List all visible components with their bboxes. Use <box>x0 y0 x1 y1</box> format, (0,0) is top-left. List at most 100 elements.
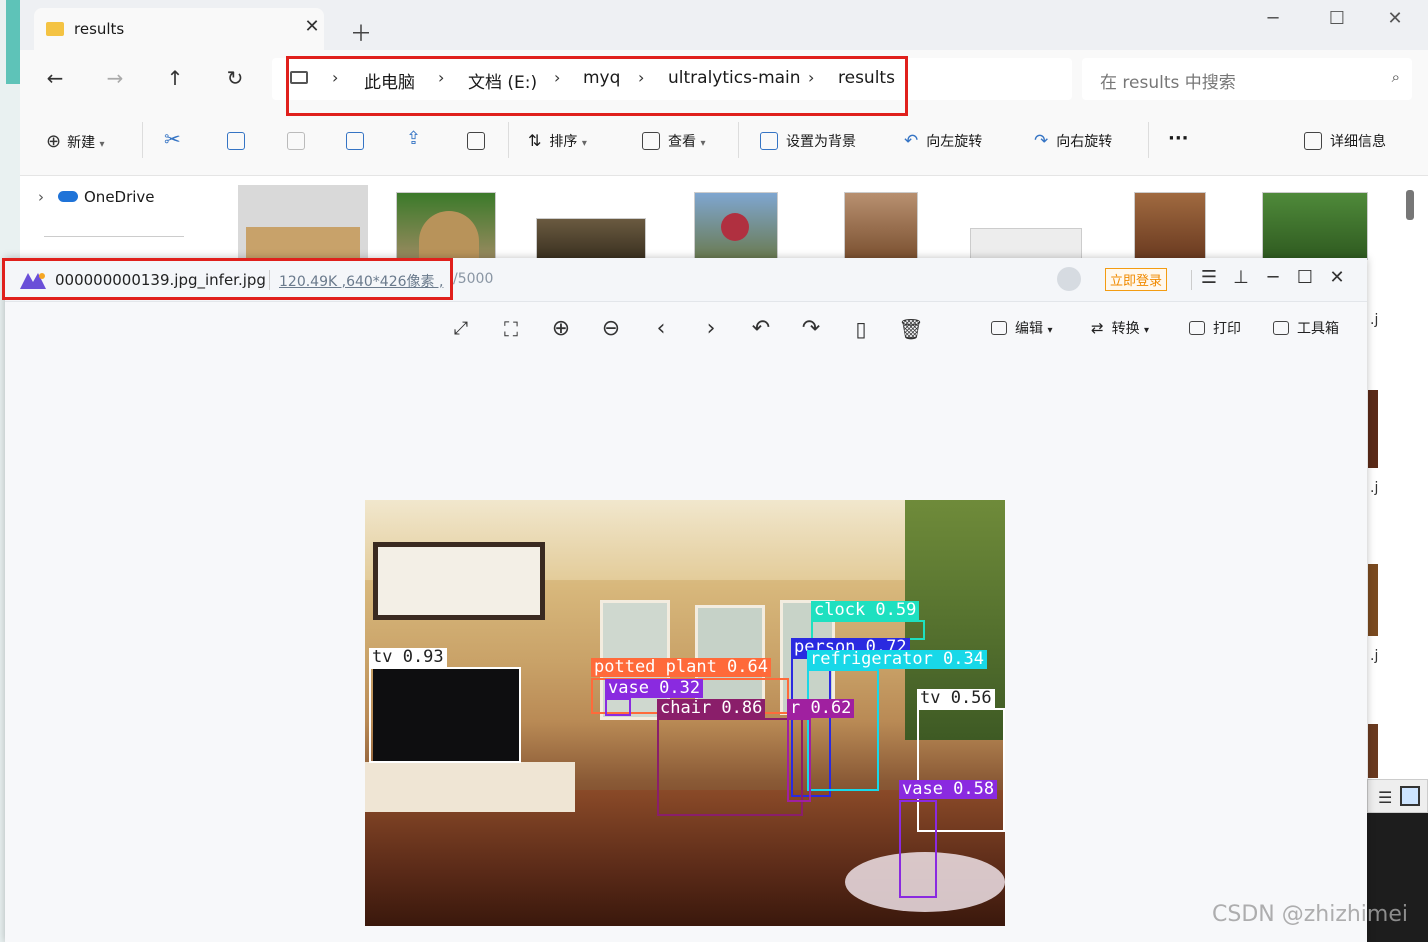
edit-button[interactable]: 编辑 ▾ <box>991 318 1052 338</box>
cut-icon[interactable]: ✂ <box>164 127 181 151</box>
fullscreen-icon[interactable]: ⤢ <box>448 316 474 342</box>
thumbnail-edge <box>1368 724 1378 778</box>
delete-icon[interactable] <box>467 132 485 150</box>
search-box[interactable]: 在 results 中搜索 ⌕ <box>1082 58 1412 100</box>
search-placeholder: 在 results 中搜索 <box>1100 73 1236 93</box>
thumbnail-edge <box>1368 390 1378 468</box>
page-counter: /5000 <box>453 271 494 287</box>
chevron-down-icon: ▾ <box>581 138 587 149</box>
chevron-down-icon: ▾ <box>700 138 706 149</box>
list-view-icon[interactable]: ☰ <box>1378 788 1392 807</box>
close-window-icon[interactable]: ✕ <box>1380 8 1410 29</box>
maximize-icon[interactable]: ☐ <box>1322 8 1352 29</box>
view-button[interactable]: 查看 ▾ <box>642 131 705 151</box>
login-button[interactable]: 立即登录 <box>1105 268 1168 291</box>
toolbox-icon <box>1273 321 1289 335</box>
maximize-icon[interactable]: ☐ <box>1293 267 1317 288</box>
rename-icon[interactable] <box>346 132 364 150</box>
forward-icon[interactable]: → <box>100 66 130 90</box>
new-button[interactable]: ⊕ 新建 ▾ <box>46 131 105 152</box>
plus-circle-icon: ⊕ <box>46 131 62 152</box>
image-viewer-window: 000000000139.jpg_infer.jpg 120.49K ,640*… <box>2 258 1367 942</box>
file-thumbnail[interactable] <box>1134 192 1206 260</box>
previous-icon[interactable]: ‹ <box>648 316 674 342</box>
minimize-icon[interactable]: ─ <box>1258 8 1288 29</box>
command-bar: ⊕ 新建 ▾ ✂ ⇪ ⇅ 排序 ▾ 查看 ▾ 设置为背景 ↶ 向左旋转 ↷ 向右旋转 ·… <box>20 108 1428 176</box>
pin-icon[interactable]: ⊥ <box>1229 267 1253 288</box>
detection-label: potted plant 0.64 <box>591 658 771 677</box>
details-pane-icon <box>1304 132 1322 150</box>
zoom-out-icon[interactable]: ⊖ <box>598 316 624 342</box>
toolbox-button[interactable]: 工具箱 <box>1273 318 1339 338</box>
refresh-icon[interactable]: ↻ <box>220 66 250 90</box>
edit-icon <box>991 321 1007 335</box>
file-thumbnail[interactable] <box>396 192 496 261</box>
back-icon[interactable]: ← <box>40 66 70 90</box>
detection-label: vase 0.32 <box>605 679 704 698</box>
file-thumbnail[interactable] <box>844 192 918 260</box>
mouse-icon[interactable]: ▯ <box>848 316 874 342</box>
close-tab-icon[interactable]: ✕ <box>300 16 324 37</box>
file-thumbnail[interactable] <box>1262 192 1368 260</box>
convert-icon: ⇄ <box>1091 319 1104 337</box>
chevron-down-icon: ▾ <box>1047 325 1053 336</box>
next-icon[interactable]: › <box>698 316 724 342</box>
scrollbar-thumb[interactable] <box>1406 190 1414 220</box>
file-thumbnail[interactable] <box>694 192 778 260</box>
file-label-fragment: .j <box>1370 480 1379 496</box>
printer-icon <box>1189 321 1205 335</box>
details-button[interactable]: 详细信息 <box>1304 131 1386 151</box>
minimize-icon[interactable]: ─ <box>1261 267 1285 288</box>
search-icon: ⌕ <box>1391 68 1400 86</box>
displayed-image[interactable]: clock 0.59 person 0.72 refrigerator 0.34… <box>365 500 1005 926</box>
detection-label: vase 0.58 <box>899 780 998 799</box>
tab-results[interactable]: results ✕ <box>34 8 324 50</box>
convert-button[interactable]: ⇄ 转换 ▾ <box>1091 318 1149 338</box>
tab-title: results <box>74 20 125 38</box>
address-highlight-box <box>286 56 908 116</box>
view-icon <box>642 132 660 150</box>
menu-icon[interactable]: ☰ <box>1197 267 1221 288</box>
rotate-left-button[interactable]: ↶ 向左旋转 <box>904 131 982 151</box>
file-label-fragment: .j <box>1370 648 1379 664</box>
sidebar-item-onedrive[interactable]: › OneDrive <box>38 188 155 206</box>
detection-label: r 0.62 <box>787 699 855 718</box>
chevron-right-icon: › <box>38 188 44 206</box>
viewer-title-bar: 000000000139.jpg_infer.jpg 120.49K ,640*… <box>2 258 1367 302</box>
more-options-button[interactable]: ··· <box>1168 128 1189 149</box>
share-icon[interactable]: ⇪ <box>406 128 421 149</box>
chevron-down-icon: ▾ <box>99 139 105 150</box>
tab-bar: results ✕ ＋ ─ ☐ ✕ <box>20 0 1428 50</box>
file-thumbnail[interactable] <box>970 228 1082 260</box>
detection-label: chair 0.86 <box>657 699 766 718</box>
sort-icon: ⇅ <box>528 131 542 150</box>
onedrive-icon <box>58 191 78 202</box>
avatar[interactable] <box>1057 267 1081 291</box>
set-background-button[interactable]: 设置为背景 <box>760 131 856 151</box>
chevron-down-icon: ▾ <box>1144 325 1150 336</box>
file-thumbnail[interactable] <box>536 218 646 260</box>
detection-label: clock 0.59 <box>811 601 920 620</box>
print-button[interactable]: 打印 <box>1189 318 1241 338</box>
thumbnail-edge <box>1368 564 1378 636</box>
filename-highlight-box <box>2 258 453 300</box>
fit-window-icon[interactable]: ⛶ <box>498 316 524 342</box>
rotate-left-icon[interactable]: ↶ <box>748 316 774 342</box>
file-label-fragment: .j <box>1370 312 1379 328</box>
up-icon[interactable]: ↑ <box>160 66 190 90</box>
watermark: CSDN @zhizhimei <box>1212 902 1409 927</box>
zoom-in-icon[interactable]: ⊕ <box>548 316 574 342</box>
detection-label: tv 0.56 <box>917 689 995 708</box>
rotate-left-icon: ↶ <box>904 131 919 151</box>
delete-icon[interactable]: 🗑 <box>898 316 924 342</box>
close-window-icon[interactable]: ✕ <box>1325 267 1349 288</box>
paste-icon[interactable] <box>287 132 305 150</box>
rotate-right-icon: ↷ <box>1034 131 1049 151</box>
new-tab-icon[interactable]: ＋ <box>350 16 372 48</box>
copy-icon[interactable] <box>227 132 245 150</box>
file-thumbnail[interactable] <box>238 185 368 260</box>
rotate-right-icon[interactable]: ↷ <box>798 316 824 342</box>
rotate-right-button[interactable]: ↷ 向右旋转 <box>1034 131 1112 151</box>
sort-button[interactable]: ⇅ 排序 ▾ <box>528 131 587 151</box>
thumbnail-view-icon[interactable] <box>1400 786 1420 806</box>
